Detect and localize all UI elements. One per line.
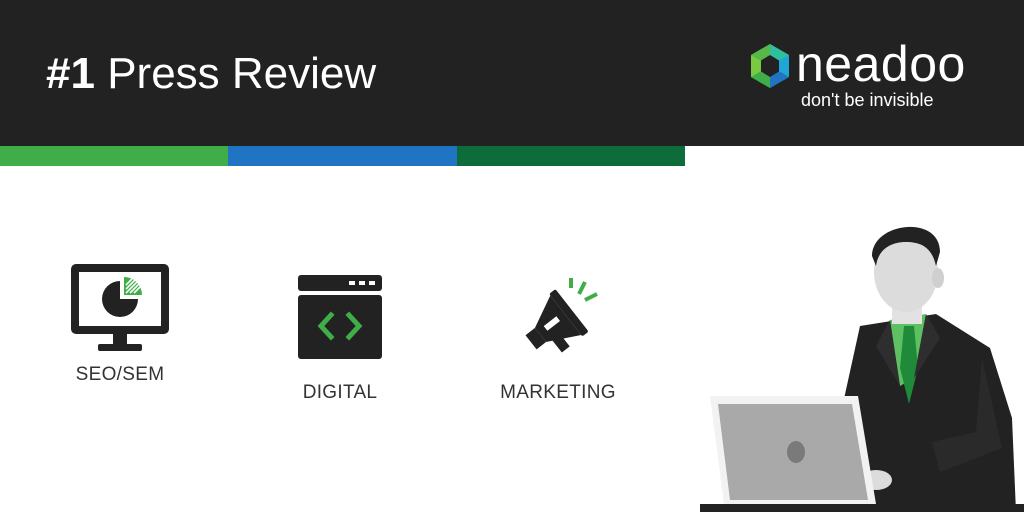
page-title: #1 Press Review	[46, 44, 376, 104]
header-bar: #1 Press Review neadoo don't be invisibl…	[0, 0, 1024, 146]
feature-digital: DIGITAL	[250, 274, 430, 404]
title-text: Press Review	[107, 49, 377, 98]
feature-label: SEO/SEM	[75, 364, 165, 385]
title-number: #1	[46, 49, 95, 98]
feature-label: MARKETING	[500, 382, 616, 403]
logo-wordmark: neadoo	[796, 36, 966, 92]
businessman-laptop-illustration	[700, 226, 1024, 512]
browser-code-icon	[298, 275, 382, 359]
green-stripe	[0, 146, 229, 166]
neadoo-logo[interactable]: neadoo don't be invisible	[746, 36, 986, 120]
feature-label: DIGITAL	[302, 382, 378, 403]
monitor-pie-chart-icon	[71, 264, 169, 351]
feature-marketing: MARKETING	[468, 274, 648, 404]
megaphone-icon	[525, 278, 598, 353]
hexagon-logo-icon	[751, 44, 789, 88]
logo-tagline: don't be invisible	[801, 90, 934, 110]
feature-seo-sem: SEO/SEM	[30, 262, 210, 386]
dark-green-stripe	[456, 146, 685, 166]
color-stripes	[0, 146, 685, 166]
blue-stripe	[228, 146, 457, 166]
